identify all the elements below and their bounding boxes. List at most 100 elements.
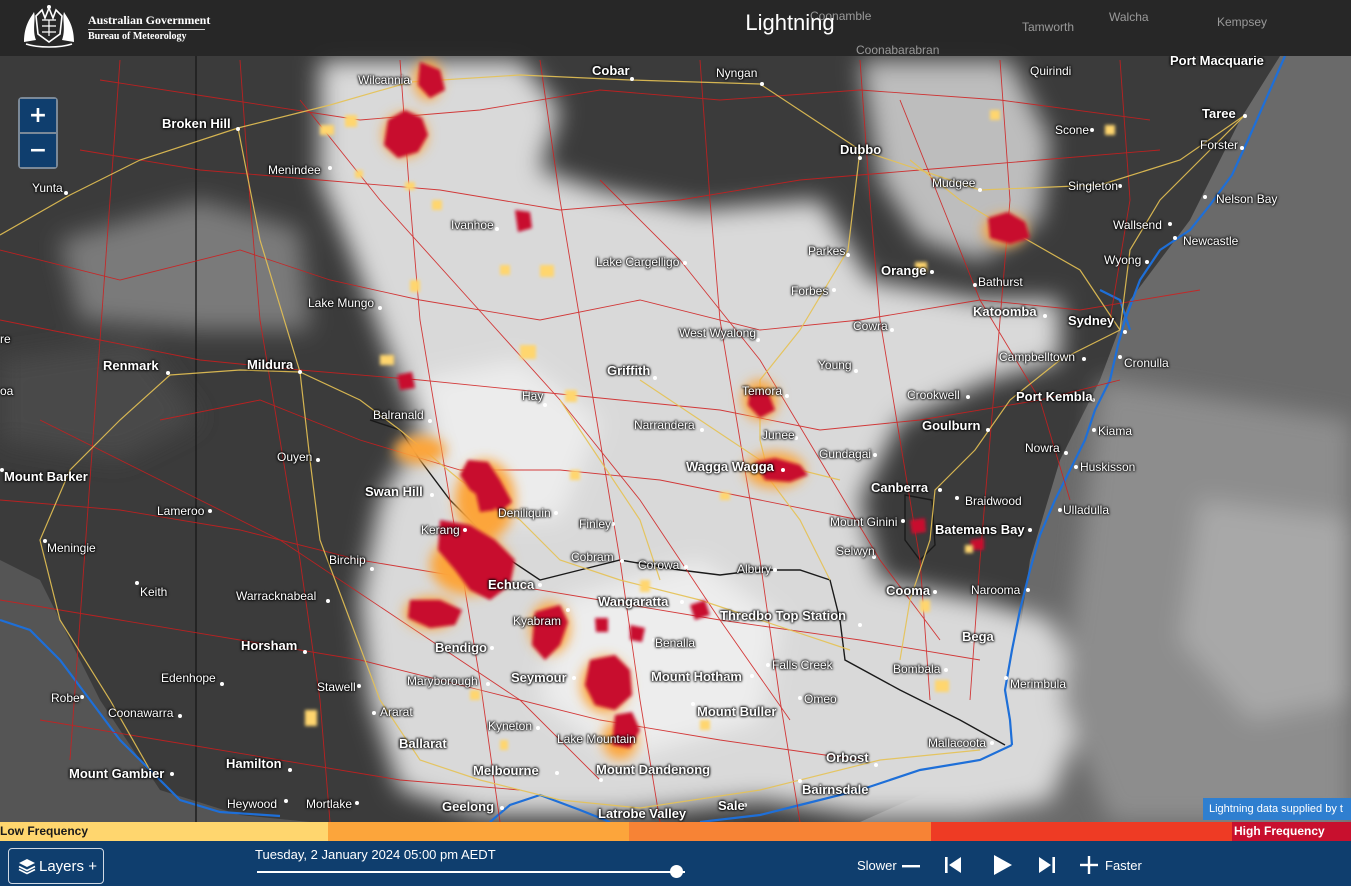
timestamp: Tuesday, 2 January 2024 05:00 pm AEDT — [255, 847, 496, 862]
place-label: Lameroo — [157, 504, 205, 518]
place-label: Bega — [962, 629, 994, 644]
place-label: Falls Creek — [772, 658, 833, 672]
minus-icon[interactable] — [901, 856, 921, 876]
place-label: Menindee — [268, 163, 321, 177]
place-label: Mildura — [247, 357, 294, 372]
place-label: Mortlake — [306, 797, 353, 811]
place-label: Sale — [718, 798, 745, 813]
place-label: Coonawarra — [108, 706, 174, 720]
place-label: Bathurst — [978, 275, 1023, 289]
place-label: Nelson Bay — [1216, 192, 1278, 206]
place-label: Corowa — [638, 558, 680, 572]
step-back-icon[interactable] — [943, 855, 963, 875]
place-label: Edenhope — [161, 671, 216, 685]
place-label: Batemans Bay — [935, 522, 1025, 537]
place-label: Orbost — [826, 750, 869, 765]
place-label: Campbelltown — [999, 350, 1076, 364]
place-label: Mount Barker — [4, 469, 88, 484]
legend-segment-2 — [328, 822, 629, 841]
place-label: Narooma — [971, 583, 1021, 597]
data-attribution[interactable]: Lightning data supplied by t — [1203, 798, 1351, 820]
place-label: Gundagai — [819, 447, 872, 461]
place-label: Kerang — [421, 523, 460, 537]
place-label: Benalla — [655, 636, 696, 650]
legend-low-label: Low Frequency — [0, 824, 89, 838]
place-label: Braidwood — [965, 494, 1022, 508]
place-label: Sydney — [1068, 313, 1115, 328]
place-label: Forbes — [791, 284, 829, 298]
place-label: Bairnsdale — [802, 782, 869, 797]
place-label: Kyabram — [513, 614, 562, 628]
layers-icon — [18, 859, 36, 875]
place-label: Mallacoota — [928, 736, 987, 750]
layers-button[interactable]: Layers + — [8, 848, 104, 884]
place-label: Forster — [1200, 138, 1239, 152]
zoom-in-button[interactable]: + — [20, 99, 56, 132]
place-label: Maryborough — [407, 674, 478, 688]
place-label: Mount Gambier — [69, 766, 165, 781]
place-label: Lake Mungo — [308, 296, 375, 310]
place-label: Cowra — [853, 319, 888, 333]
place-label: Mount Hotham — [651, 669, 742, 684]
place-label: Singleton — [1068, 179, 1119, 193]
place-label: oa — [0, 384, 14, 398]
place-label: Deniliquin — [498, 506, 551, 520]
timeline-handle[interactable] — [669, 865, 683, 878]
map-canvas[interactable]: Wilcannia Cobar Nyngan Quirindi Port Mac… — [0, 0, 1351, 822]
zoom-out-button[interactable]: − — [20, 134, 56, 167]
place-label: Mudgee — [932, 176, 976, 190]
place-label: Melbourne — [473, 763, 539, 778]
place-label: Newcastle — [1183, 234, 1239, 248]
place-label: Nyngan — [716, 66, 758, 80]
faster-label[interactable]: Faster — [1105, 858, 1142, 873]
place-label: Balranald — [373, 408, 424, 422]
place-label: Kyneton — [488, 719, 533, 733]
place-label: Wagga Wagga — [686, 459, 774, 474]
place-label: West Wyalong — [679, 326, 757, 340]
place-label: Dubbo — [840, 142, 882, 157]
place-label: Ivanhoe — [451, 218, 494, 232]
timeline-track[interactable] — [257, 871, 685, 873]
place-label: Cobar — [592, 63, 630, 78]
place-label: Orange — [881, 263, 927, 278]
place-label: Selwyn — [836, 544, 875, 558]
legend-segment-5: High Frequency — [1232, 822, 1351, 841]
place-label: Seymour — [511, 670, 567, 685]
place-label: Albury — [737, 562, 772, 576]
place-label: Taree — [1202, 106, 1236, 121]
place-label: Katoomba — [973, 304, 1037, 319]
place-label: Mount Buller — [697, 704, 777, 719]
place-label: Kiama — [1098, 424, 1133, 438]
page-title: Lightning — [745, 10, 835, 35]
slower-label[interactable]: Slower — [857, 858, 897, 873]
place-label: Griffith — [607, 363, 651, 378]
zoom-control: + − — [18, 97, 58, 169]
legend-segment-4 — [931, 822, 1232, 841]
place-label: Cooma — [886, 583, 931, 598]
play-icon[interactable] — [990, 853, 1014, 877]
place-label: Parkes — [808, 244, 846, 258]
place-label: Coonabarabran — [856, 43, 940, 57]
place-label: Port Kembla — [1016, 389, 1093, 404]
place-label: Mount Ginini — [830, 515, 898, 529]
place-label: Canberra — [871, 480, 929, 495]
plus-icon[interactable] — [1079, 855, 1099, 875]
place-label: Latrobe Valley — [598, 806, 687, 821]
place-label: Young — [818, 358, 852, 372]
place-label: Cronulla — [1124, 356, 1169, 370]
place-label: Cobram — [571, 550, 614, 564]
legend-high-label: High Frequency — [1234, 824, 1325, 838]
layers-label: Layers + — [39, 858, 97, 875]
legend-segment-3 — [629, 822, 931, 841]
place-label: Temora — [742, 384, 783, 398]
place-label: Wilcannia — [358, 73, 411, 87]
step-forward-icon[interactable] — [1037, 855, 1057, 875]
place-label: Meningie — [47, 541, 96, 555]
place-label: Ballarat — [399, 736, 447, 751]
place-label: Finley — [579, 517, 612, 531]
place-label: Robe — [51, 691, 80, 705]
place-label: Ararat — [380, 705, 413, 719]
place-label: Wangaratta — [598, 594, 669, 609]
place-label: Yunta — [32, 181, 63, 195]
place-label: Lake Mountain — [557, 732, 636, 746]
